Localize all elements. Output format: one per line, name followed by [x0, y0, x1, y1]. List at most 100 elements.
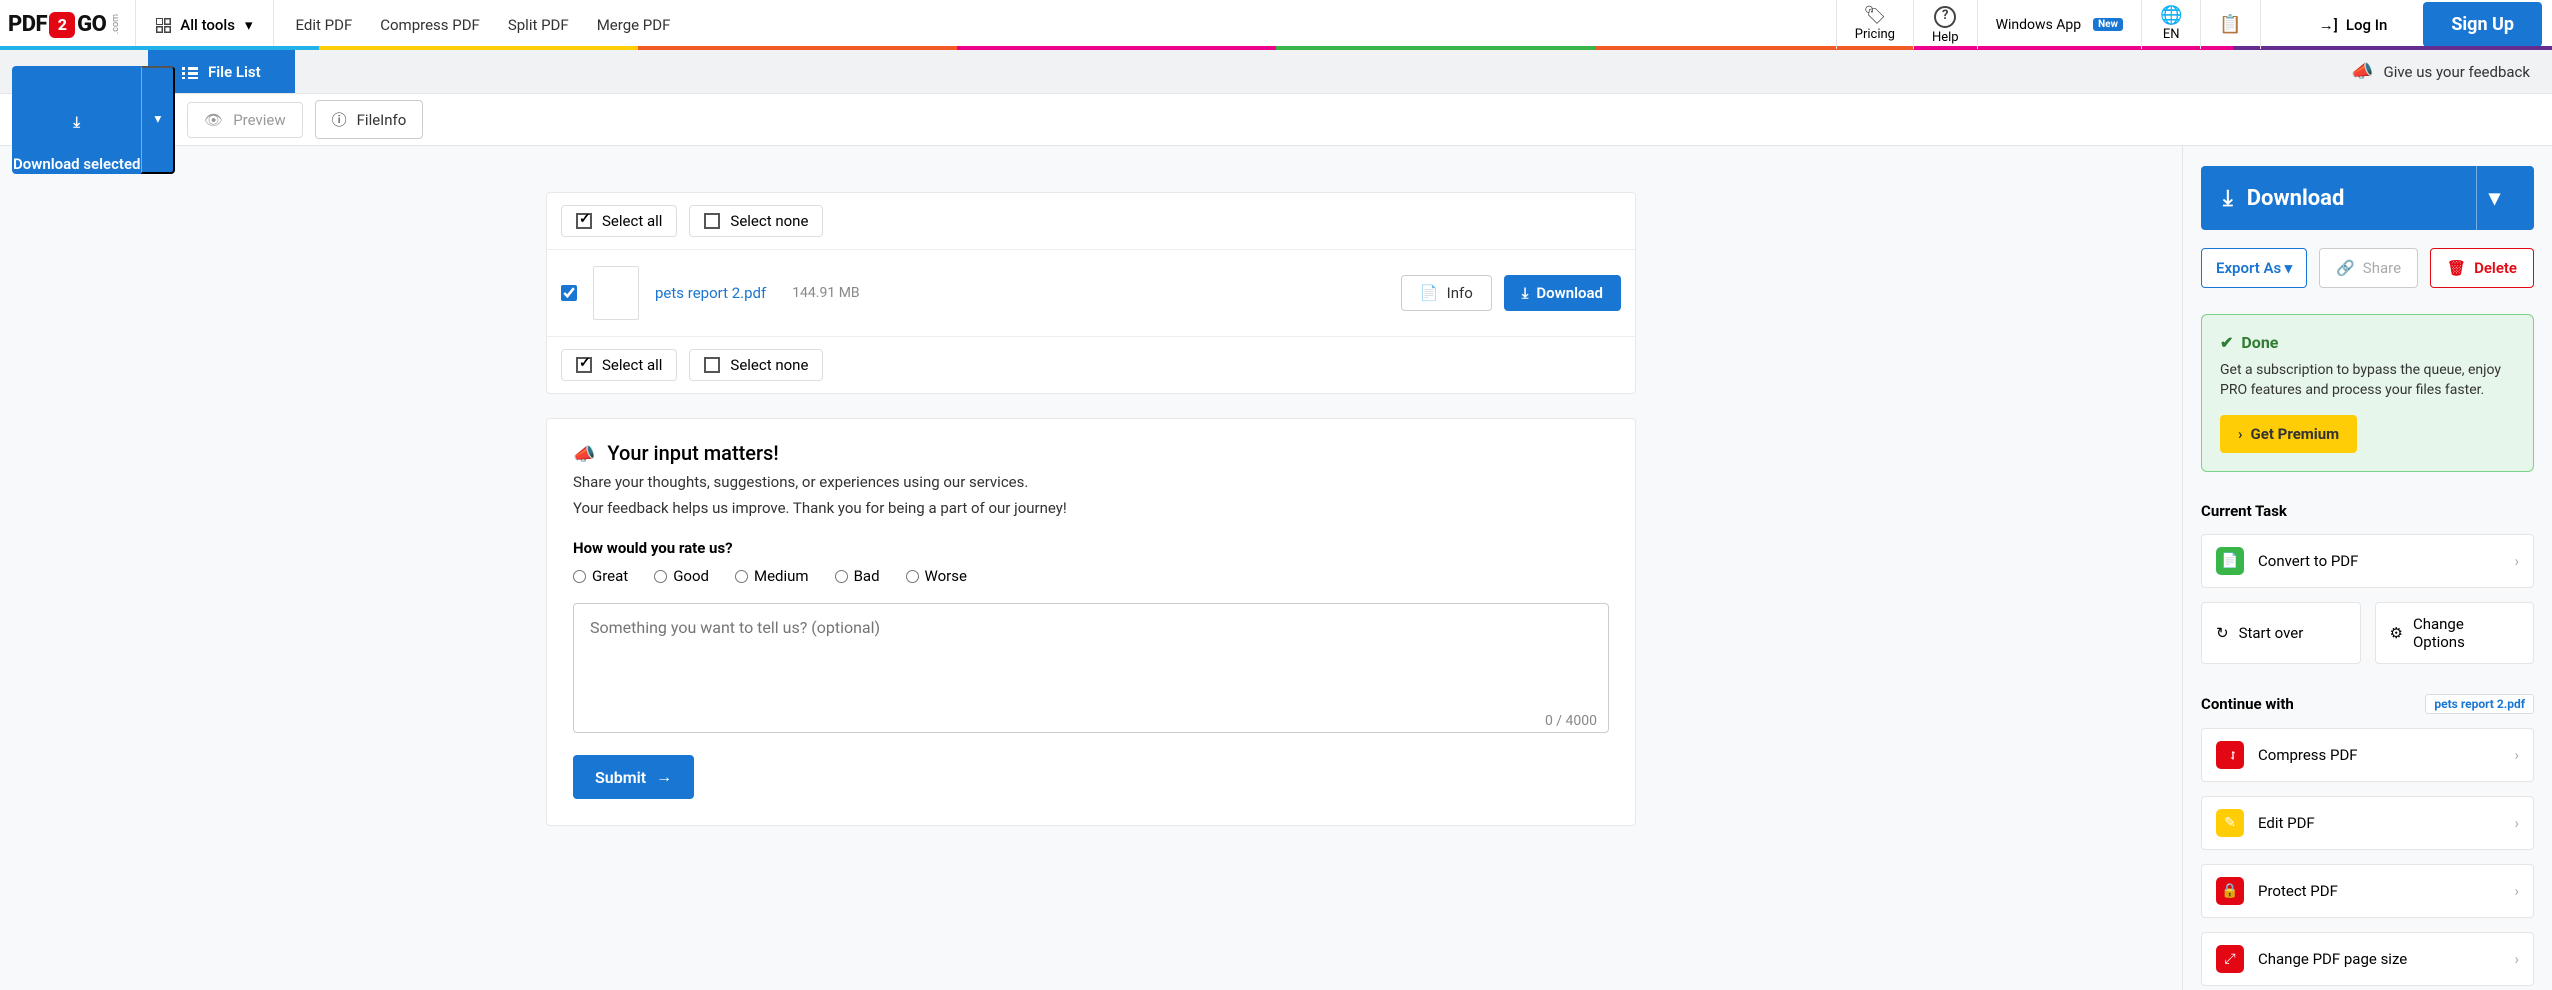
login-icon: →] — [2319, 16, 2338, 34]
continue-protect-pdf[interactable]: Protect PDF — [2201, 864, 2534, 918]
file-list-panel: Select all Select none pets report 2.pdf… — [546, 192, 1636, 394]
nav-compress-pdf[interactable]: Compress PDF — [380, 16, 480, 34]
rating-worse[interactable]: Worse — [906, 567, 967, 585]
rating-medium-radio[interactable] — [735, 570, 748, 583]
logo[interactable]: PDF 2 GO .com — [8, 0, 136, 49]
logo-suffix: .com — [111, 14, 121, 34]
chevron-down-icon — [245, 16, 253, 34]
windows-app-link[interactable]: Windows App New — [1977, 0, 2141, 49]
file-info-button[interactable]: Info — [1401, 275, 1492, 311]
download-icon — [73, 113, 80, 131]
feedback-textarea[interactable] — [573, 603, 1609, 733]
compress-icon — [2216, 741, 2244, 769]
download-header-label: Download — [2247, 186, 2345, 211]
rating-worse-radio[interactable] — [906, 570, 919, 583]
selection-row-bottom: Select all Select none — [547, 337, 1635, 393]
logo-text-go: GO — [77, 12, 106, 37]
share-label: Share — [2363, 259, 2401, 277]
file-thumbnail[interactable] — [593, 266, 639, 320]
continue-edit-pdf[interactable]: Edit PDF — [2201, 796, 2534, 850]
select-none-top[interactable]: Select none — [689, 205, 823, 237]
fileinfo-button[interactable]: FileInfo — [315, 100, 424, 139]
continue-resize-pdf[interactable]: Change PDF page size — [2201, 932, 2534, 986]
sign-up-button[interactable]: Sign Up — [2423, 2, 2542, 47]
all-tools-dropdown[interactable]: All tools — [136, 0, 273, 49]
submit-button[interactable]: Submit → — [573, 755, 694, 799]
clipboard-icon — [2219, 16, 2241, 34]
log-in-label: Log In — [2346, 16, 2387, 34]
current-task-card[interactable]: Convert to PDF — [2201, 534, 2534, 588]
nav-edit-pdf[interactable]: Edit PDF — [296, 16, 353, 34]
start-over-label: Start over — [2239, 624, 2304, 642]
feedback-line1: Share your thoughts, suggestions, or exp… — [573, 473, 1609, 491]
get-premium-label: Get Premium — [2251, 425, 2340, 443]
eye-icon — [204, 111, 223, 129]
char-counter: 0 / 4000 — [1545, 713, 1597, 729]
language-switcher[interactable]: EN — [2141, 0, 2200, 49]
continue-file-tag: pets report 2.pdf — [2425, 694, 2534, 714]
nav-split-pdf[interactable]: Split PDF — [508, 16, 569, 34]
start-over-button[interactable]: Start over — [2201, 602, 2361, 664]
export-as-dropdown[interactable]: Export As — [2201, 248, 2307, 288]
file-name-link[interactable]: pets report 2.pdf — [655, 284, 766, 302]
change-options-label: Change Options — [2413, 615, 2519, 651]
delete-button[interactable]: Delete — [2430, 248, 2534, 288]
lock-icon — [2216, 877, 2244, 905]
help-link[interactable]: Help — [1913, 0, 1977, 49]
done-title: Done — [2220, 333, 2515, 352]
chevron-down-icon — [2285, 259, 2293, 277]
check-icon — [2220, 333, 2233, 352]
pricing-link[interactable]: 🏷 Pricing — [1836, 0, 1913, 49]
main-column: Select all Select none pets report 2.pdf… — [0, 146, 2182, 990]
file-actions: Info Download — [1401, 275, 1621, 311]
rating-great-radio[interactable] — [573, 570, 586, 583]
chevron-right-icon — [2514, 552, 2519, 570]
file-download-button[interactable]: Download — [1504, 275, 1621, 311]
change-options-button[interactable]: Change Options — [2375, 602, 2535, 664]
list-icon — [182, 65, 198, 79]
rating-medium[interactable]: Medium — [735, 567, 809, 585]
continue-with-label: Continue with pets report 2.pdf — [2201, 694, 2534, 714]
chevron-down-icon — [154, 112, 161, 127]
rating-good-radio[interactable] — [654, 570, 667, 583]
select-none-bottom[interactable]: Select none — [689, 349, 823, 381]
select-none-label: Select none — [730, 356, 808, 374]
download-icon — [2223, 186, 2233, 211]
rating-good[interactable]: Good — [654, 567, 709, 585]
select-all-bottom[interactable]: Select all — [561, 349, 677, 381]
rating-bad-radio[interactable] — [835, 570, 848, 583]
preview-button[interactable]: Preview — [187, 102, 302, 138]
log-in-link[interactable]: →] Log In — [2297, 16, 2410, 34]
help-label: Help — [1932, 30, 1959, 45]
download-header[interactable]: Download — [2201, 166, 2534, 230]
globe-icon — [2160, 7, 2182, 25]
download-header-caret[interactable] — [2476, 166, 2512, 230]
feedback-line2: Your feedback helps us improve. Thank yo… — [573, 499, 1609, 517]
task-options-row: Start over Change Options — [2201, 602, 2534, 664]
main-layout: Select all Select none pets report 2.pdf… — [0, 146, 2552, 990]
resize-icon — [2216, 945, 2244, 973]
checkbox-empty-icon — [704, 357, 720, 373]
share-button[interactable]: Share — [2319, 248, 2418, 288]
get-premium-button[interactable]: Get Premium — [2220, 415, 2357, 453]
nav-merge-pdf[interactable]: Merge PDF — [597, 16, 671, 34]
logo-text-pdf: PDF — [8, 12, 47, 37]
rating-bad[interactable]: Bad — [835, 567, 880, 585]
share-icon — [2336, 259, 2355, 277]
continue-compress-pdf[interactable]: Compress PDF — [2201, 728, 2534, 782]
checkbox-checked-icon — [576, 357, 592, 373]
download-icon — [1522, 284, 1529, 302]
tab-bar: Files Tools File List Give us your feedb… — [0, 50, 2552, 94]
chevron-right-icon — [2514, 882, 2519, 900]
language-label: EN — [2163, 27, 2180, 42]
all-tools-label: All tools — [180, 16, 235, 34]
fileinfo-label: FileInfo — [357, 111, 407, 129]
chevron-down-icon — [2489, 186, 2500, 211]
select-all-top[interactable]: Select all — [561, 205, 677, 237]
megaphone-icon — [573, 441, 595, 465]
clipboard-button[interactable] — [2200, 0, 2259, 49]
rating-great[interactable]: Great — [573, 567, 628, 585]
file-checkbox[interactable] — [561, 285, 577, 301]
trash-icon — [2447, 259, 2466, 277]
give-feedback-link[interactable]: Give us your feedback — [2329, 50, 2552, 93]
